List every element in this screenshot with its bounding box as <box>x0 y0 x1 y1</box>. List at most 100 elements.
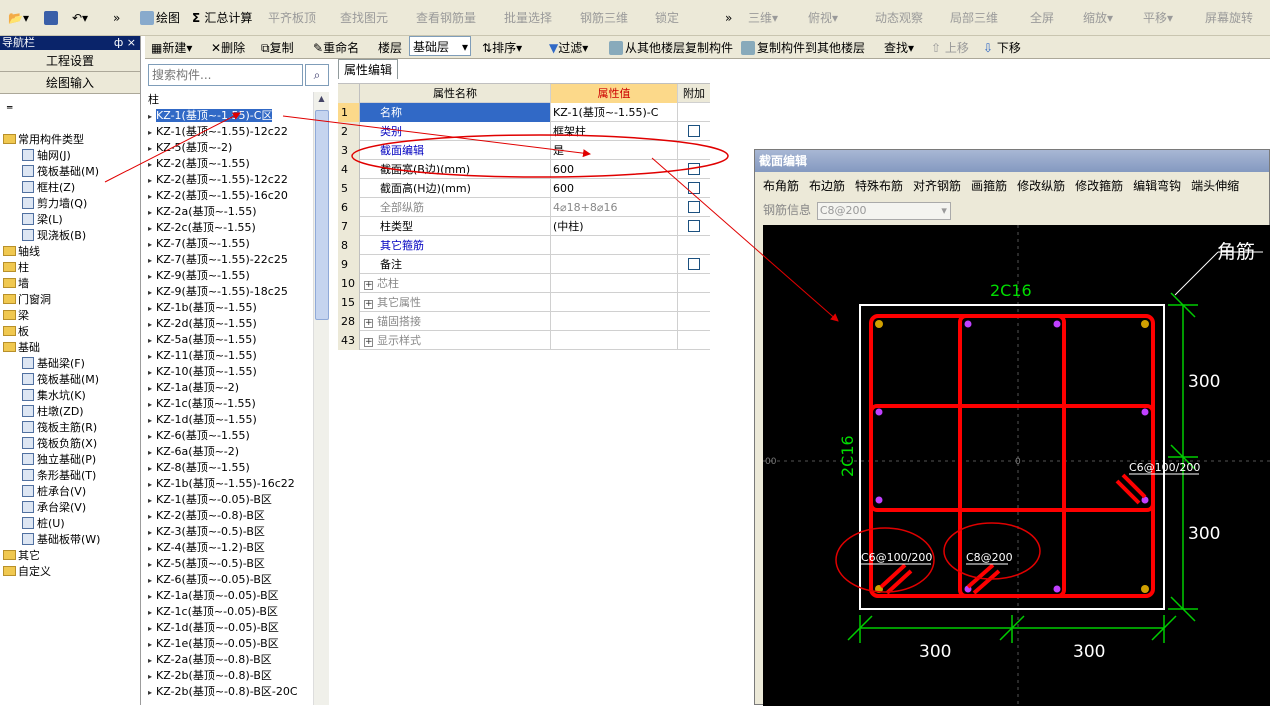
extra-checkbox[interactable] <box>688 182 700 194</box>
zoom-button[interactable]: 缩放▾ <box>1083 8 1113 28</box>
list-item[interactable]: KZ-1b(基顶~-1.55)-16c22 <box>148 476 295 492</box>
summary-calc-button[interactable]: Σ 汇总计算 <box>192 8 252 28</box>
property-row[interactable]: 2 类别 框架柱 <box>338 122 710 141</box>
list-item[interactable]: KZ-2(基顶~-1.55) <box>148 156 250 172</box>
toolbar-overflow-2[interactable]: » <box>725 8 732 28</box>
property-value[interactable]: 600 <box>551 160 678 179</box>
delete-button[interactable]: ✕删除 <box>211 38 245 58</box>
copy-to-floor-button[interactable]: 复制构件到其他楼层 <box>741 38 865 58</box>
drawing-input-button[interactable]: 绘图输入 <box>0 72 140 94</box>
section-canvas[interactable]: 00 0 角筋 2C16 2C16 300 300 300 300 C6@100… <box>763 225 1270 706</box>
tree-item[interactable]: 剪力墙(Q) <box>22 196 87 212</box>
tree-item[interactable]: 基础板带(W) <box>22 532 100 548</box>
extra-checkbox[interactable] <box>688 258 700 270</box>
list-item[interactable]: KZ-2(基顶~-1.55)-12c22 <box>148 172 288 188</box>
3d-button[interactable]: 三维▾ <box>748 8 778 28</box>
scrollbar-thumb[interactable] <box>315 110 329 320</box>
copy-from-floor-button[interactable]: 从其他楼层复制构件 <box>609 38 733 58</box>
tree-item[interactable]: 梁 <box>3 308 29 324</box>
tree-item[interactable]: 集水坑(K) <box>22 388 86 404</box>
list-item[interactable]: KZ-9(基顶~-1.55) <box>148 268 250 284</box>
property-row[interactable]: 6 全部纵筋 4⌀18+8⌀16 <box>338 198 710 217</box>
lock-button[interactable]: 锁定 <box>655 8 679 28</box>
tree-item[interactable]: 基础梁(F) <box>22 356 85 372</box>
list-item[interactable]: KZ-10(基顶~-1.55) <box>148 364 257 380</box>
list-item[interactable]: KZ-1a(基顶~-0.05)-B区 <box>148 588 279 604</box>
dialog-tool-button[interactable]: 布角筋 <box>763 179 799 193</box>
property-value[interactable] <box>551 236 678 255</box>
list-item[interactable]: KZ-2(基顶~-1.55)-16c20 <box>148 188 288 204</box>
pan-button[interactable]: 平移▾ <box>1143 8 1173 28</box>
undo-icon[interactable]: ↶▾ <box>72 8 88 28</box>
list-item[interactable]: KZ-5a(基顶~-1.55) <box>148 332 257 348</box>
list-item[interactable]: KZ-6(基顶~-1.55) <box>148 428 250 444</box>
list-item[interactable]: KZ-5(基顶~-0.5)-B区 <box>148 556 265 572</box>
move-up-button[interactable]: ⇧ 上移 <box>931 38 969 58</box>
tree-item[interactable]: 筏板基础(M) <box>22 372 99 388</box>
property-value[interactable] <box>551 331 678 350</box>
list-item[interactable]: KZ-1d(基顶~-1.55) <box>148 412 257 428</box>
open-icon[interactable]: 📂▾ <box>8 8 29 28</box>
dialog-tool-button[interactable]: 特殊布筋 <box>855 179 903 193</box>
property-row[interactable]: 10 + 芯柱 <box>338 274 710 293</box>
list-scrollbar[interactable]: ▲ <box>313 92 329 705</box>
tree-item[interactable]: 框柱(Z) <box>22 180 75 196</box>
property-row[interactable]: 43 + 显示样式 <box>338 331 710 350</box>
list-item[interactable]: KZ-3(基顶~-0.5)-B区 <box>148 524 265 540</box>
dialog-tool-button[interactable]: 端头伸缩 <box>1191 179 1239 193</box>
list-item[interactable]: KZ-1e(基顶~-0.05)-B区 <box>148 636 279 652</box>
property-value[interactable] <box>551 312 678 331</box>
tree-item[interactable]: 轴网(J) <box>22 148 71 164</box>
orbit-button[interactable]: 动态观察 <box>875 8 923 28</box>
tree-item[interactable]: 梁(L) <box>22 212 63 228</box>
filter-button[interactable]: ▼过滤▾ <box>549 38 588 58</box>
dialog-tool-button[interactable]: 画箍筋 <box>971 179 1007 193</box>
search-icon[interactable]: ⌕ <box>305 64 329 86</box>
list-item[interactable]: KZ-2a(基顶~-1.55) <box>148 204 257 220</box>
local-3d-button[interactable]: 局部三维 <box>950 8 998 28</box>
tree-item[interactable]: 常用构件类型 <box>3 132 84 148</box>
tree-item[interactable]: 其它 <box>3 548 40 564</box>
find-button[interactable]: 查找▾ <box>884 38 914 58</box>
list-item[interactable]: KZ-1d(基顶~-0.05)-B区 <box>148 620 279 636</box>
tree-item[interactable]: 门窗洞 <box>3 292 51 308</box>
list-item[interactable]: KZ-1b(基顶~-1.55) <box>148 300 257 316</box>
tree-item[interactable]: 墙 <box>3 276 29 292</box>
tree-item[interactable]: 筏板主筋(R) <box>22 420 97 436</box>
tree-item[interactable]: 条形基础(T) <box>22 468 96 484</box>
list-item[interactable]: KZ-2a(基顶~-0.8)-B区 <box>148 652 272 668</box>
property-row[interactable]: 5 截面高(H边)(mm) 600 <box>338 179 710 198</box>
list-item[interactable]: KZ-8(基顶~-1.55) <box>148 460 250 476</box>
list-item[interactable]: KZ-6(基顶~-0.05)-B区 <box>148 572 272 588</box>
copy-button[interactable]: ⧉复制 <box>261 38 294 58</box>
project-settings-button[interactable]: 工程设置 <box>0 50 140 72</box>
tree-item[interactable]: 板 <box>3 324 29 340</box>
property-value[interactable] <box>551 255 678 274</box>
fullscreen-button[interactable]: 全屏 <box>1030 8 1054 28</box>
list-item[interactable]: KZ-1(基顶~-0.05)-B区 <box>148 492 272 508</box>
rebar-info-select[interactable]: C8@200 ▾ <box>816 201 951 220</box>
property-value[interactable]: KZ-1(基顶~-1.55)-C <box>551 103 678 122</box>
list-item[interactable]: KZ-1c(基顶~-1.55) <box>148 396 256 412</box>
toolbar-overflow[interactable]: » <box>113 8 120 28</box>
dialog-tool-button[interactable]: 布边筋 <box>809 179 845 193</box>
tree-item[interactable]: 承台梁(V) <box>22 500 86 516</box>
property-row[interactable]: 8 其它箍筋 <box>338 236 710 255</box>
tab-property-edit[interactable]: 属性编辑 <box>338 59 398 79</box>
view-rebar-qty-button[interactable]: 查看钢筋量 <box>416 8 476 28</box>
property-value[interactable]: 4⌀18+8⌀16 <box>551 198 678 217</box>
list-item[interactable]: KZ-4(基顶~-1.2)-B区 <box>148 540 265 556</box>
tree-item[interactable]: 筏板负筋(X) <box>22 436 97 452</box>
screen-rotate-button[interactable]: 屏幕旋转 <box>1205 8 1253 28</box>
dialog-tool-button[interactable]: 修改纵筋 <box>1017 179 1065 193</box>
move-down-button[interactable]: ⇩ 下移 <box>983 38 1021 58</box>
rebar-3d-button[interactable]: 钢筋三维 <box>580 8 628 28</box>
list-item[interactable]: KZ-2b(基顶~-0.8)-B区 <box>148 668 272 684</box>
save-icon[interactable] <box>44 8 60 28</box>
property-value[interactable]: 框架柱 <box>551 122 678 141</box>
extra-checkbox[interactable] <box>688 220 700 232</box>
expand-icon[interactable]: + <box>364 300 373 309</box>
collapse-icon[interactable]: ⁼ <box>6 102 13 118</box>
property-row[interactable]: 4 截面宽(B边)(mm) 600 <box>338 160 710 179</box>
list-item[interactable]: KZ-7(基顶~-1.55)-22c25 <box>148 252 288 268</box>
